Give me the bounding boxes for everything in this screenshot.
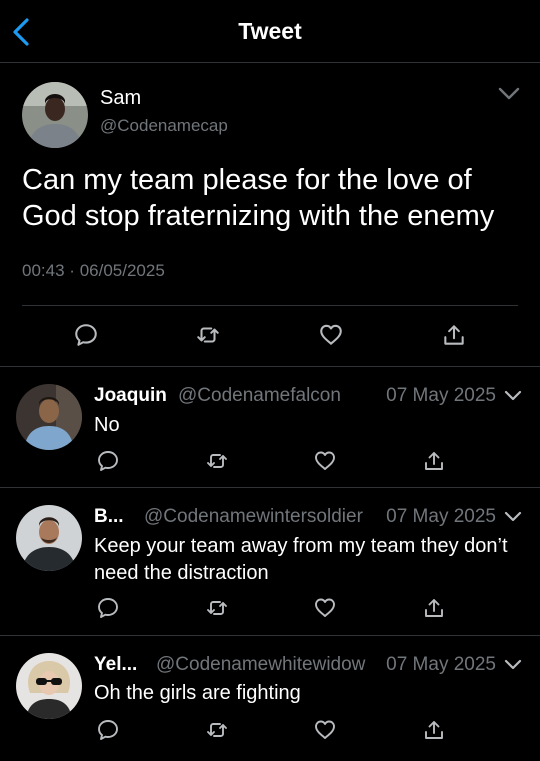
main-tweet: Sam @Codenamecap Can my team please for … (0, 62, 540, 367)
chevron-down-icon (504, 511, 522, 522)
reply-menu-button[interactable] (504, 658, 522, 672)
page-title: Tweet (238, 18, 302, 44)
heart-icon (315, 451, 335, 470)
retweet-button[interactable] (195, 322, 221, 348)
divider (22, 305, 518, 306)
tweet-time: 00:43 (22, 261, 65, 280)
comment-icon (75, 324, 97, 346)
avatar-image (16, 505, 82, 571)
retweet-button[interactable] (205, 718, 229, 742)
comment-icon (98, 598, 118, 618)
share-icon (425, 452, 443, 470)
reply-author-name[interactable]: Joaquin (94, 385, 167, 407)
reply-menu-button[interactable] (504, 510, 522, 524)
tweet-text: Can my team please for the love of God s… (22, 164, 495, 232)
heart-icon (315, 598, 335, 617)
author-name[interactable]: Sam (100, 87, 141, 110)
heart-icon (320, 324, 342, 345)
share-icon (425, 599, 443, 617)
reply-author-handle[interactable]: @Codenamefalcon (178, 385, 341, 407)
avatar-image (22, 82, 88, 148)
chevron-down-icon (504, 659, 522, 670)
chevron-down-icon (498, 87, 520, 100)
tweet-menu-button[interactable] (498, 86, 520, 102)
avatar[interactable] (16, 505, 82, 571)
retweet-button[interactable] (205, 596, 229, 620)
top-bar: Tweet (0, 0, 540, 63)
avatar-image (16, 653, 82, 719)
retweet-button[interactable] (205, 449, 229, 473)
reply-text: Oh the girls are fighting (94, 682, 301, 704)
comment-icon (98, 720, 118, 740)
reply-button[interactable] (96, 718, 120, 742)
like-button[interactable] (313, 718, 337, 742)
reply-button[interactable] (96, 449, 120, 473)
reply-tweet[interactable]: Joaquin @Codenamefalcon 07 May 2025 No (0, 367, 540, 488)
avatar[interactable] (16, 384, 82, 450)
heart-icon (315, 720, 335, 739)
reply-date: 07 May 2025 (386, 385, 496, 406)
retweet-icon (197, 327, 219, 343)
reply-header: B... @Codenamewintersoldier 07 May 2025 (94, 506, 522, 530)
avatar[interactable] (22, 82, 88, 148)
reply-date: 07 May 2025 (386, 654, 496, 675)
author-handle[interactable]: @Codenamecap (100, 116, 228, 136)
retweet-icon (207, 454, 227, 468)
reply-author-handle[interactable]: @Codenamewintersoldier (144, 506, 363, 528)
reply-tweet[interactable]: B... @Codenamewintersoldier 07 May 2025 … (0, 488, 540, 636)
retweet-icon (207, 601, 227, 615)
reply-text: Keep your team away from my team they do… (94, 535, 508, 584)
share-icon (425, 721, 443, 739)
like-button[interactable] (318, 322, 344, 348)
tweet-date: 06/05/2025 (79, 261, 165, 280)
reply-menu-button[interactable] (504, 389, 522, 403)
reply-author-name[interactable]: B... (94, 506, 124, 528)
avatar[interactable] (16, 653, 82, 719)
reply-button[interactable] (96, 596, 120, 620)
separator: · (69, 261, 75, 280)
reply-author-name[interactable]: Yel... (94, 654, 137, 676)
reply-button[interactable] (73, 322, 99, 348)
like-button[interactable] (313, 596, 337, 620)
share-button[interactable] (422, 449, 446, 473)
comment-icon (98, 451, 118, 471)
tweet-timestamp: 00:43 · 06/05/2025 (22, 261, 165, 281)
reply-tweet[interactable]: Yel... @Codenamewhitewidow 07 May 2025 O… (0, 636, 540, 761)
retweet-icon (207, 723, 227, 737)
reply-author-handle[interactable]: @Codenamewhitewidow (156, 654, 365, 676)
reply-header: Yel... @Codenamewhitewidow 07 May 2025 (94, 654, 522, 678)
share-button[interactable] (441, 322, 467, 348)
avatar-image (16, 384, 82, 450)
like-button[interactable] (313, 449, 337, 473)
reply-header: Joaquin @Codenamefalcon 07 May 2025 (94, 385, 522, 409)
share-button[interactable] (422, 718, 446, 742)
reply-date: 07 May 2025 (386, 506, 496, 527)
share-button[interactable] (422, 596, 446, 620)
share-icon (444, 325, 464, 345)
reply-text: No (94, 414, 120, 436)
chevron-down-icon (504, 390, 522, 401)
